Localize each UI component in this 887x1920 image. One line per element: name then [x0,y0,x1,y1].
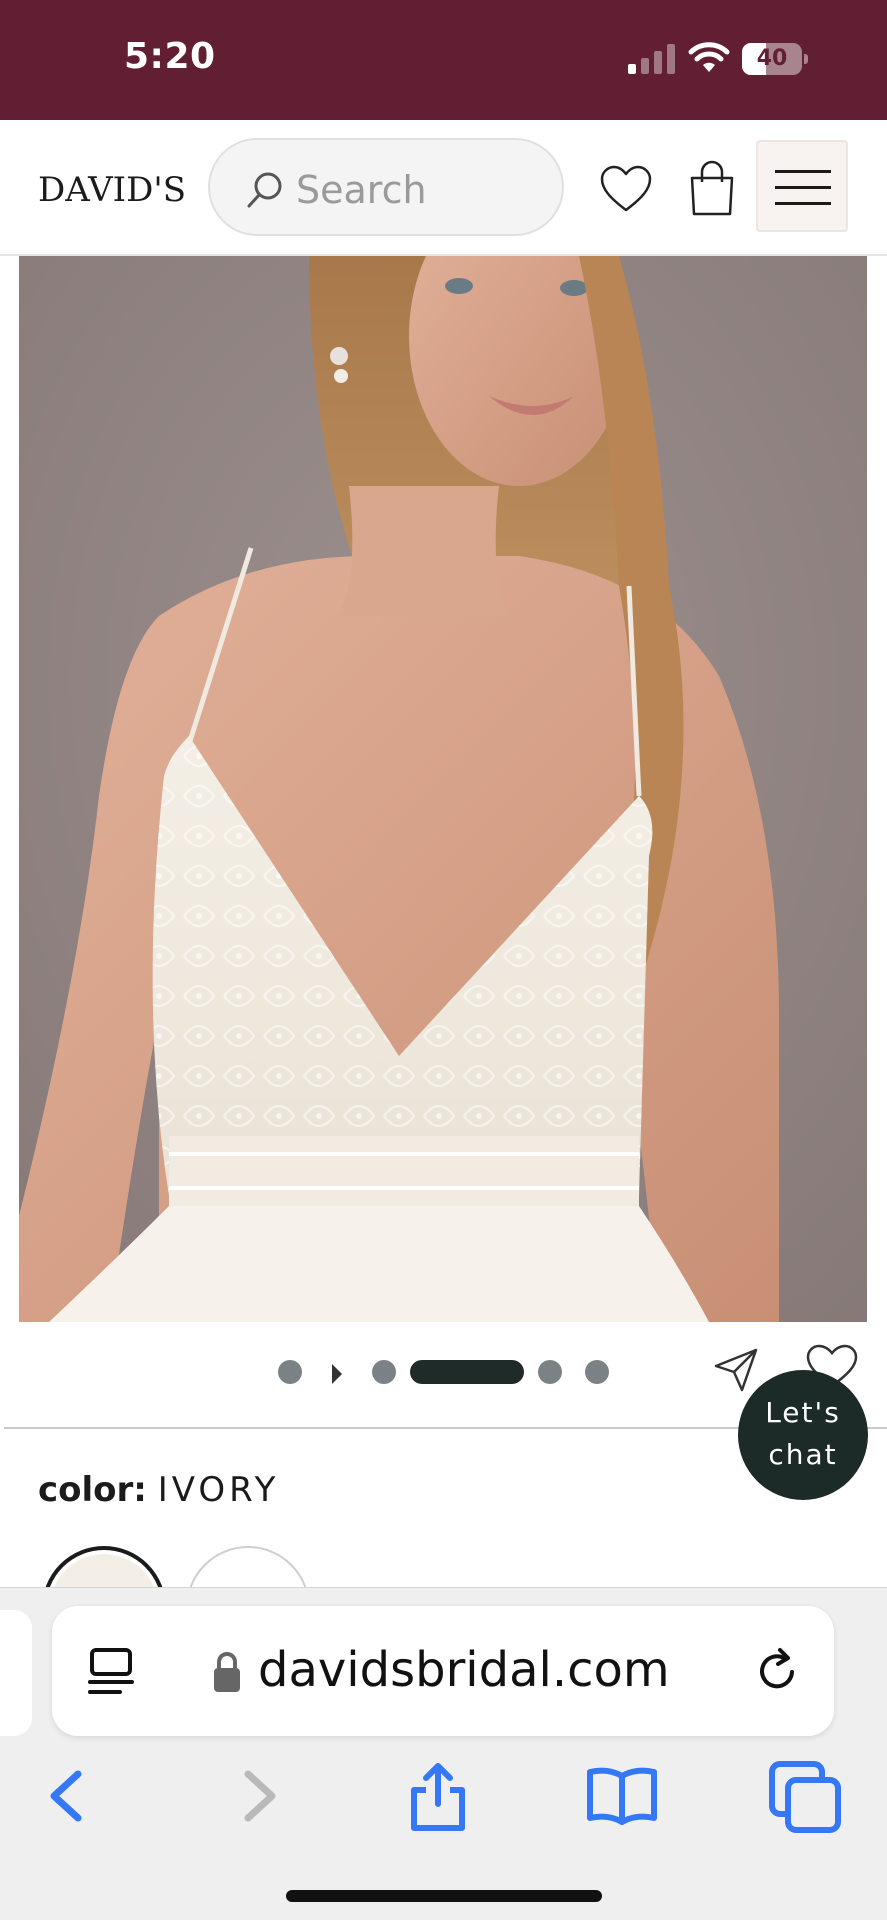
forward-icon[interactable] [220,1758,296,1834]
wifi-icon [688,42,730,72]
product-photo [19,256,867,1322]
battery-level: 40 [756,46,788,71]
bookmarks-icon[interactable] [584,1758,660,1834]
site-header: DAVID'S Search [0,120,887,256]
status-time: 5:20 [124,36,216,77]
status-bar: 5:20 40 [0,0,887,120]
search-input[interactable]: Search [208,138,564,236]
carousel-dot[interactable] [585,1360,609,1384]
hamburger-menu-icon[interactable] [756,140,848,232]
address-bar[interactable]: davidsbridal.com [52,1606,834,1736]
menu-line [775,170,831,173]
color-label: color: [38,1470,147,1510]
shopping-bag-icon[interactable] [688,160,736,216]
play-icon[interactable] [330,1362,344,1386]
search-icon [247,172,282,208]
carousel-dot[interactable] [538,1360,562,1384]
battery-nub [804,54,808,64]
back-icon[interactable] [30,1758,106,1834]
chat-line-1: Let's [765,1396,841,1429]
tabs-icon[interactable] [768,1758,844,1834]
home-indicator [286,1890,602,1902]
page-menu-icon[interactable] [86,1646,136,1698]
carousel-dot[interactable] [372,1360,396,1384]
chat-line-2: chat [768,1438,838,1471]
previous-tab-peek[interactable] [0,1610,32,1736]
url-text: davidsbridal.com [258,1642,670,1698]
davids-logo[interactable]: DAVID'S [38,170,186,210]
battery-icon: 40 [742,43,808,75]
carousel-dot[interactable] [278,1360,302,1384]
browser-toolbar: davidsbridal.com [0,1587,887,1920]
color-value: IVORY [157,1470,280,1510]
color-selector-label: color: IVORY [38,1470,279,1510]
cellular-signal-icon [628,44,675,74]
send-share-icon[interactable] [712,1346,760,1394]
menu-line [775,202,831,205]
carousel-dot-active[interactable] [410,1360,524,1384]
battery-body: 40 [742,43,802,75]
menu-line [775,186,831,189]
search-placeholder: Search [296,168,427,212]
share-icon[interactable] [400,1758,476,1834]
lets-chat-button[interactable]: Let's chat [738,1370,868,1500]
lock-icon [214,1652,240,1692]
reload-icon[interactable] [752,1646,802,1698]
heart-icon[interactable] [600,164,652,216]
screen: 5:20 40 DAVID'S Search color: IVORY Let'… [0,0,887,1920]
product-image[interactable] [19,256,867,1322]
